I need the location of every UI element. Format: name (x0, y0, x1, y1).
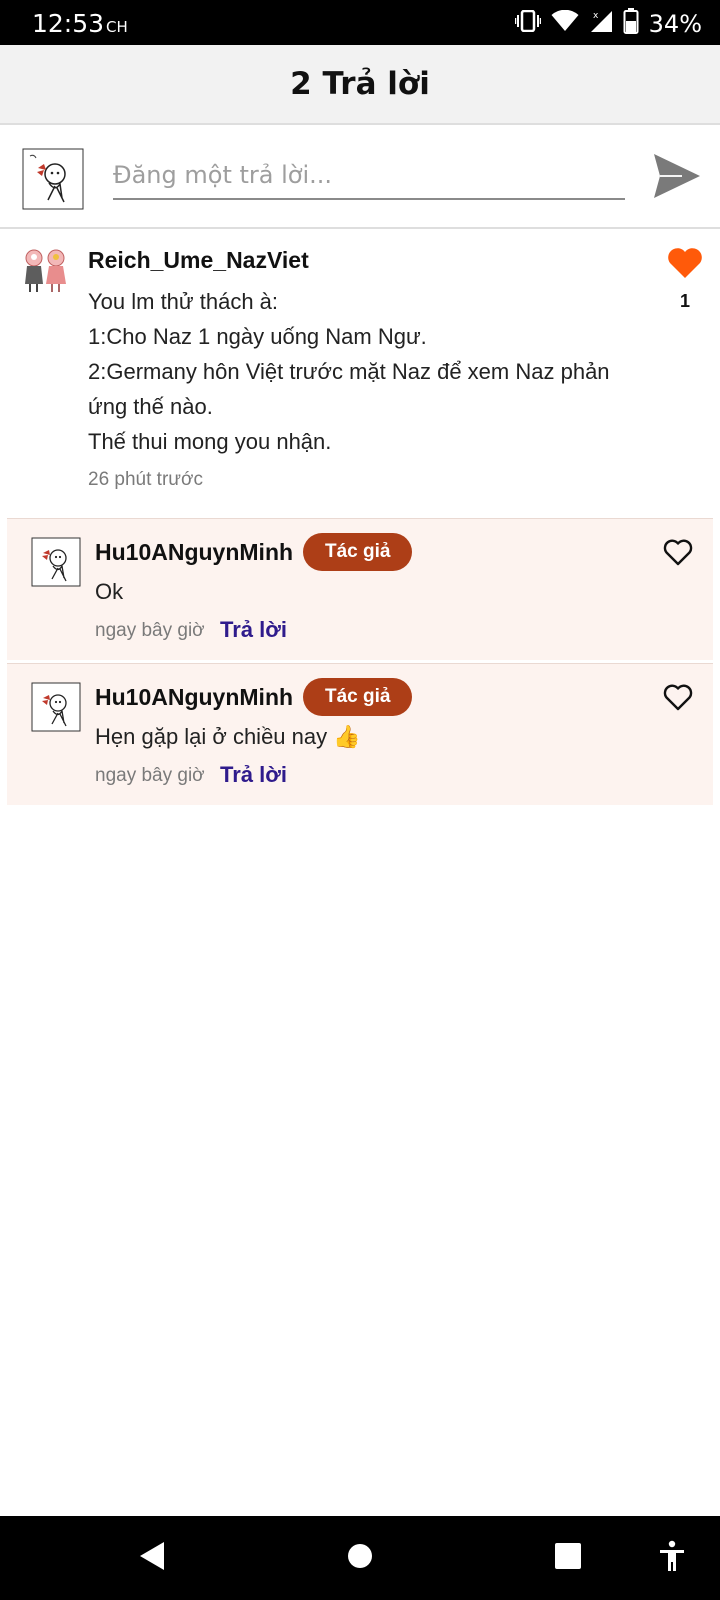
reply-author[interactable]: Hu10ANguynMinh (95, 539, 293, 566)
home-button[interactable] (340, 1538, 380, 1578)
like-count: 1 (679, 291, 690, 311)
accessibility-button[interactable] (652, 1538, 692, 1578)
avatar[interactable] (22, 148, 84, 210)
author-badge: Tác giả (303, 533, 413, 571)
comment-timestamp: 26 phút trước (88, 469, 203, 490)
reply-item: Hu10ANguynMinh Tác giả Hẹn gặp lại ở chi… (7, 663, 713, 805)
heart-outline-icon (663, 539, 693, 571)
avatar[interactable] (31, 537, 81, 587)
battery-icon (623, 8, 639, 39)
comment-line: Thế thui mong you nhận. (88, 429, 332, 454)
battery-percent: 34% (648, 9, 702, 38)
comment-line: 1:Cho Naz 1 ngày uống Nam Ngư. (88, 324, 427, 349)
back-button[interactable] (132, 1538, 172, 1578)
status-bar: 12:53 CH x 34% (0, 0, 720, 45)
like-button[interactable] (661, 684, 695, 716)
wifi-icon (551, 9, 579, 37)
comment-line: 2:Germany hôn Việt trước mặt Naz để xem … (88, 359, 610, 384)
reply-text: Ok (95, 579, 124, 604)
avatar[interactable] (31, 682, 81, 732)
comment-author[interactable]: Reich_Ume_NazViet (88, 247, 309, 274)
author-badge: Tác giả (303, 678, 413, 716)
comment: Reich_Ume_NazViet You lm thử thách à: 1:… (0, 229, 720, 517)
send-icon (652, 152, 702, 205)
signal-icon: x (589, 9, 613, 38)
reply-timestamp: ngay bây giờ (95, 620, 205, 641)
reply-composer (0, 127, 720, 229)
status-icons: x 34% (514, 8, 702, 39)
reply-author[interactable]: Hu10ANguynMinh (95, 684, 293, 711)
heart-outline-icon (663, 684, 693, 716)
status-time: 12:53 (32, 9, 105, 38)
reply-button[interactable]: Trả lời (220, 617, 287, 643)
send-button[interactable] (650, 152, 704, 204)
back-icon (138, 1540, 166, 1577)
reply-input[interactable] (113, 152, 625, 200)
recents-button[interactable] (548, 1538, 588, 1578)
reply-item: Hu10ANguynMinh Tác giả Ok ngay bây giờ T… (7, 518, 713, 660)
home-icon (346, 1542, 374, 1575)
reply-text: Hẹn gặp lại ở chiều nay 👍 (95, 724, 361, 749)
header: 2 Trả lời (0, 45, 720, 125)
page-title: 2 Trả lời (290, 66, 430, 102)
like-button[interactable] (664, 245, 706, 285)
recents-icon (554, 1542, 582, 1575)
like-button[interactable] (661, 539, 695, 571)
status-clock: 12:53 CH (32, 9, 128, 38)
comment-body: You lm thử thách à: 1:Cho Naz 1 ngày uốn… (88, 284, 628, 459)
comment-line: You lm thử thách à: (88, 289, 279, 314)
vibrate-icon (514, 9, 541, 37)
status-time-suffix: CH (106, 18, 128, 36)
reply-timestamp: ngay bây giờ (95, 765, 205, 786)
heart-filled-icon (667, 247, 703, 284)
reply-button[interactable]: Trả lời (220, 762, 287, 788)
svg-text:x: x (593, 11, 599, 21)
system-nav-bar (0, 1516, 720, 1600)
avatar[interactable] (22, 246, 72, 296)
accessibility-icon (658, 1540, 686, 1577)
comment-line: ứng thế nào. (88, 394, 213, 419)
